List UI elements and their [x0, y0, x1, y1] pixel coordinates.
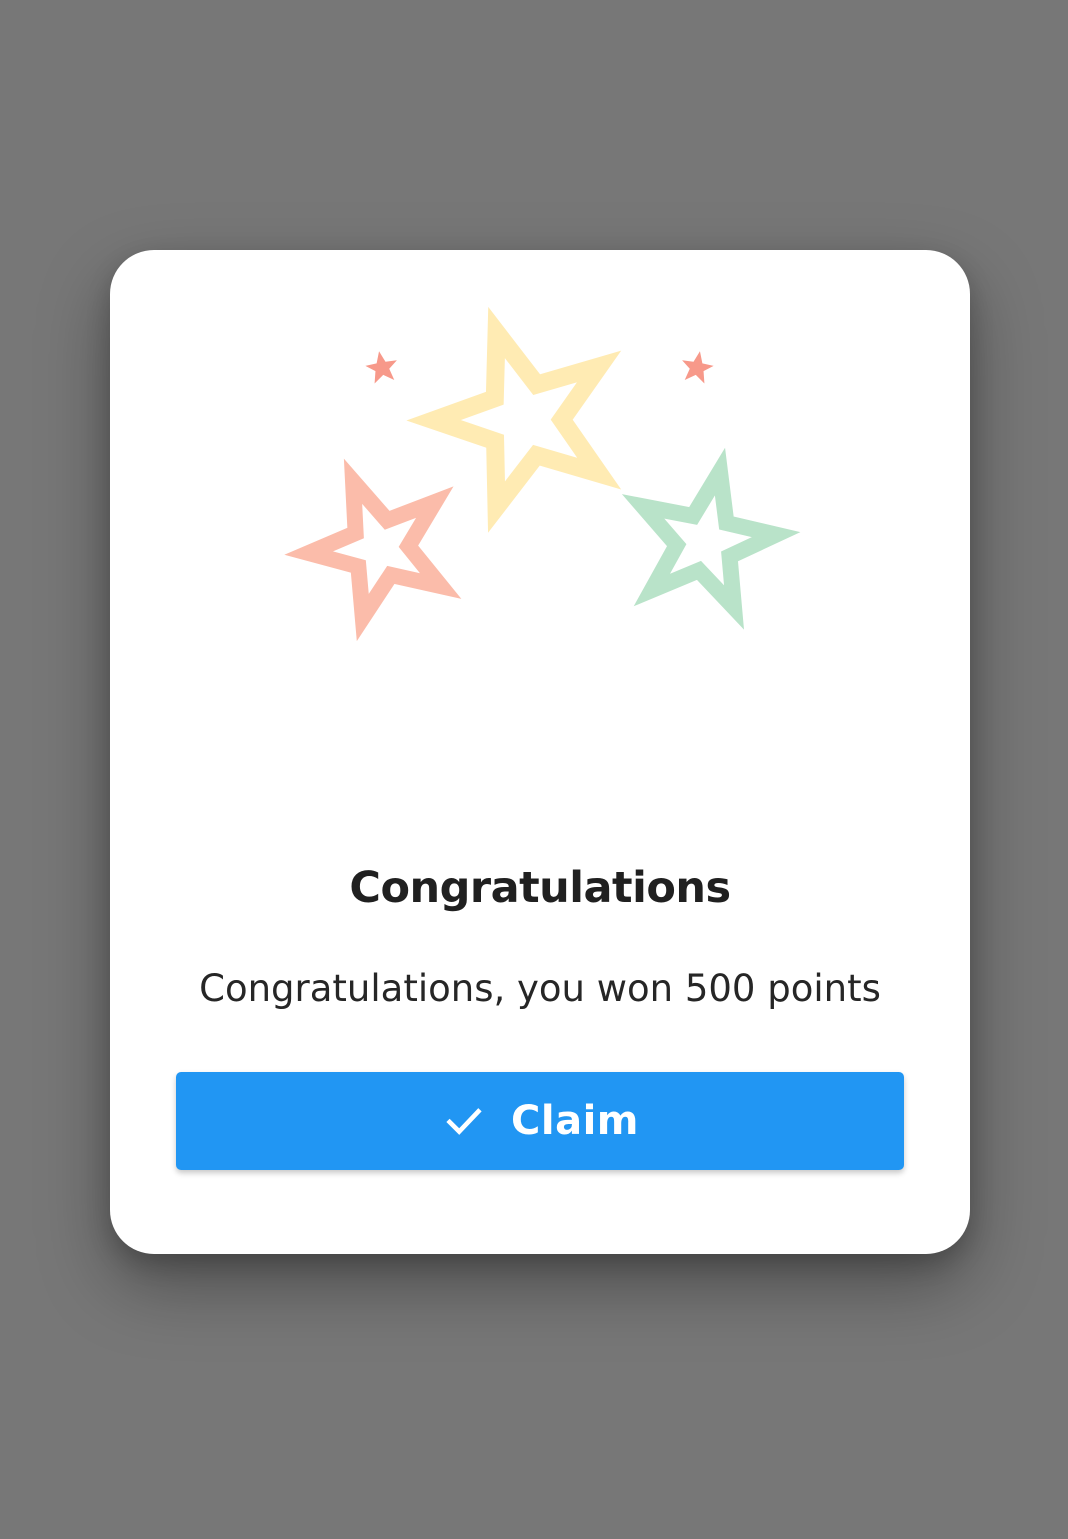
star-icon-green — [621, 447, 801, 630]
star-icon-yellow — [406, 306, 622, 533]
sparkle-icon-right — [682, 351, 714, 384]
reward-dialog: Congratulations Congratulations, you won… — [110, 250, 970, 1254]
star-icon-red — [284, 458, 462, 642]
check-icon — [446, 1108, 482, 1135]
celebration-illustration — [284, 306, 801, 642]
dialog-title: Congratulations — [349, 863, 731, 913]
claim-button-label: Claim — [511, 1098, 639, 1144]
dialog-message: Congratulations, you won 500 points — [199, 967, 881, 1010]
sparkle-icon-left — [365, 351, 397, 384]
claim-button[interactable]: Claim — [176, 1072, 904, 1170]
